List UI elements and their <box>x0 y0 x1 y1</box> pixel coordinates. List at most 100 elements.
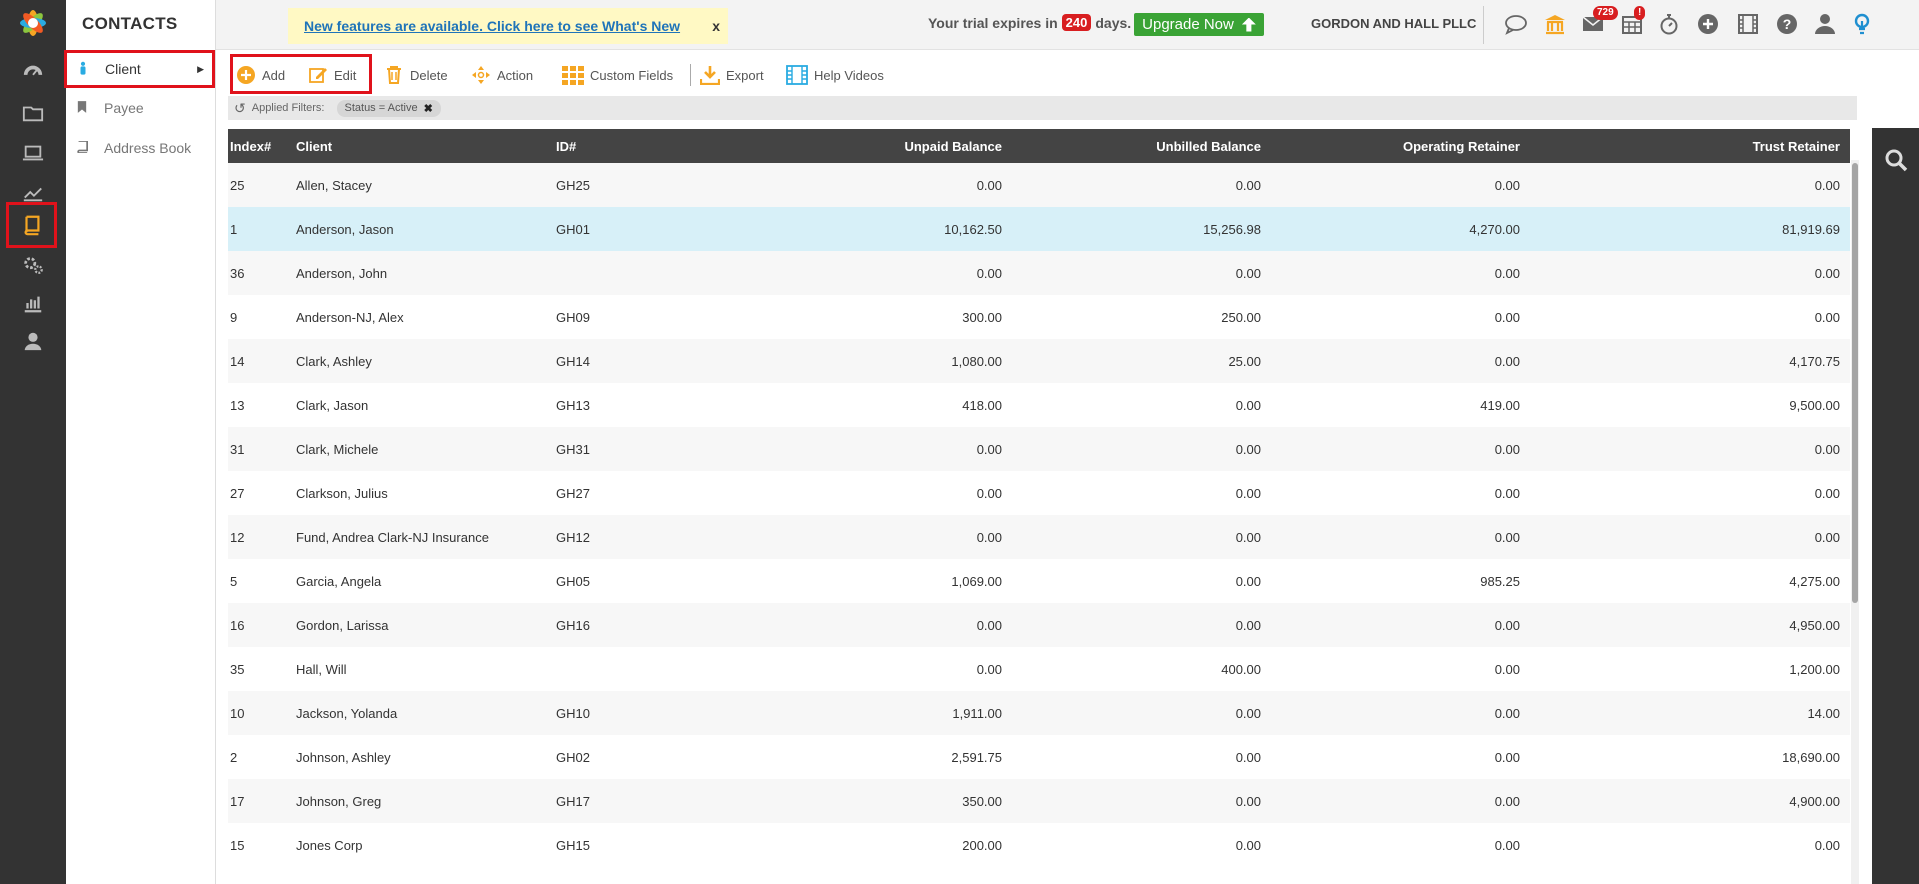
left-nav-rail <box>0 0 66 884</box>
table-row[interactable]: 17 Johnson, Greg GH17 350.00 0.00 0.00 4,900.0… <box>228 779 1850 823</box>
column-header[interactable]: Trust Retainer <box>1530 129 1850 163</box>
laptop-icon[interactable] <box>18 138 48 168</box>
user-icon[interactable] <box>18 326 48 356</box>
contacts-toolbar: Add Edit Delete Action Custom Fields Exp… <box>216 50 1859 98</box>
table-row[interactable]: 16 Gordon, Larissa GH16 0.00 0.00 0.00 4,950.0… <box>228 603 1850 647</box>
table-row[interactable]: 13 Clark, Jason GH13 418.00 0.00 419.00 9,500.… <box>228 383 1850 427</box>
custom-fields-button[interactable]: Custom Fields <box>562 62 673 88</box>
upgrade-now-button[interactable]: Upgrade Now <box>1134 13 1264 36</box>
table-scrollbar-thumb[interactable] <box>1852 163 1858 603</box>
chat-icon[interactable] <box>1502 10 1530 38</box>
table-row[interactable]: 9 Anderson-NJ, Alex GH09 300.00 250.00 0.00 0.… <box>228 295 1850 339</box>
stopwatch-icon[interactable] <box>1655 10 1683 38</box>
table-cell: 0.00 <box>1271 471 1530 515</box>
table-row[interactable]: 15 Jones Corp GH15 200.00 0.00 0.00 0.00 <box>228 823 1850 867</box>
contacts-book-icon[interactable] <box>6 202 57 248</box>
bank-icon[interactable] <box>1541 10 1569 38</box>
table-cell: 0.00 <box>1530 251 1850 295</box>
table-cell: 0.00 <box>1271 295 1530 339</box>
subnav-item-client[interactable]: Client ▶ <box>64 50 215 88</box>
action-button[interactable]: Action <box>471 62 533 88</box>
table-cell: 0.00 <box>1530 823 1850 867</box>
table-cell: 1,080.00 <box>704 339 1012 383</box>
table-cell: 10,162.50 <box>704 207 1012 251</box>
mail-icon[interactable]: 729 <box>1579 6 1618 38</box>
whats-new-link[interactable]: New features are available. Click here t… <box>304 18 680 34</box>
table-cell: 27 <box>228 471 294 515</box>
table-cell: 1,069.00 <box>704 559 1012 603</box>
table-row[interactable]: 35 Hall, Will 0.00 400.00 0.00 1,200.00 <box>228 647 1850 691</box>
column-header[interactable]: Unbilled Balance <box>1012 129 1271 163</box>
film-icon[interactable] <box>1734 10 1762 38</box>
table-row[interactable]: 5 Garcia, Angela GH05 1,069.00 0.00 985.25 4,2… <box>228 559 1850 603</box>
column-header[interactable]: Index# <box>228 129 294 163</box>
trial-days-badge: 240 <box>1061 14 1092 31</box>
lightbulb-icon[interactable] <box>1848 10 1876 38</box>
column-header[interactable]: Unpaid Balance <box>704 129 1012 163</box>
table-cell <box>554 647 704 691</box>
table-row[interactable]: 10 Jackson, Yolanda GH10 1,911.00 0.00 0.00 14… <box>228 691 1850 735</box>
table-cell: 200.00 <box>704 823 1012 867</box>
table-row[interactable]: 27 Clarkson, Julius GH27 0.00 0.00 0.00 0.00 <box>228 471 1850 515</box>
table-cell <box>554 251 704 295</box>
table-cell: Johnson, Greg <box>294 779 554 823</box>
column-header[interactable]: ID# <box>554 129 704 163</box>
line-chart-icon[interactable] <box>18 178 48 208</box>
table-cell: 0.00 <box>1012 603 1271 647</box>
calendar-icon[interactable]: ! <box>1618 6 1646 38</box>
folder-icon[interactable] <box>18 98 48 128</box>
add-circle-icon[interactable] <box>1694 10 1722 38</box>
table-cell: 12 <box>228 515 294 559</box>
help-icon[interactable]: ? <box>1773 10 1801 38</box>
add-button[interactable]: Add <box>236 62 285 88</box>
banner-close-button[interactable]: x <box>712 18 720 34</box>
table-cell: 0.00 <box>1012 735 1271 779</box>
edit-button[interactable]: Edit <box>308 62 356 88</box>
subnav-item-payee[interactable]: Payee <box>66 90 216 126</box>
dashboard-icon[interactable] <box>18 58 48 88</box>
table-row[interactable]: 12 Fund, Andrea Clark-NJ Insurance GH12 0.0… <box>228 515 1850 559</box>
table-cell: 14 <box>228 339 294 383</box>
column-header[interactable]: Client <box>294 129 554 163</box>
action-label: Action <box>497 67 534 83</box>
table-row[interactable]: 2 Johnson, Ashley GH02 2,591.75 0.00 0.00 18,6… <box>228 735 1850 779</box>
search-icon[interactable] <box>1884 148 1908 172</box>
table-row[interactable]: 1 Anderson, Jason GH01 10,162.50 15,256.98 4,… <box>228 207 1850 251</box>
refresh-icon[interactable]: ↺ <box>234 100 246 117</box>
table-cell: 0.00 <box>704 647 1012 691</box>
table-cell: GH15 <box>554 823 704 867</box>
table-row[interactable]: 14 Clark, Ashley GH14 1,080.00 25.00 0.00 4,17… <box>228 339 1850 383</box>
export-button[interactable]: Export <box>700 62 764 88</box>
app-logo-icon[interactable] <box>16 6 50 40</box>
table-cell: Clark, Michele <box>294 427 554 471</box>
subnav-item-address-book[interactable]: Address Book <box>66 130 216 166</box>
table-cell: 18,690.00 <box>1530 735 1850 779</box>
settings-gears-icon[interactable] <box>18 250 48 280</box>
delete-button[interactable]: Delete <box>384 62 448 88</box>
remove-filter-icon[interactable]: ✖ <box>424 102 433 115</box>
table-cell: 1,911.00 <box>704 691 1012 735</box>
user-profile-icon[interactable] <box>1811 10 1839 38</box>
table-cell: 0.00 <box>1271 647 1530 691</box>
help-videos-button[interactable]: Help Videos <box>786 62 884 88</box>
table-cell: Allen, Stacey <box>294 163 554 207</box>
column-header[interactable]: Operating Retainer <box>1271 129 1530 163</box>
table-row[interactable]: 31 Clark, Michele GH31 0.00 0.00 0.00 0.00 <box>228 427 1850 471</box>
table-cell: 0.00 <box>1530 163 1850 207</box>
bar-chart-icon[interactable] <box>18 288 48 318</box>
table-cell: 400.00 <box>1012 647 1271 691</box>
table-row[interactable]: 25 Allen, Stacey GH25 0.00 0.00 0.00 0.00 <box>228 163 1850 207</box>
trial-notice: Your trial expires in 240 days. <box>928 14 1131 31</box>
table-cell: 0.00 <box>1271 735 1530 779</box>
table-cell: 0.00 <box>704 603 1012 647</box>
table-cell: 0.00 <box>1012 163 1271 207</box>
table-cell: 419.00 <box>1271 383 1530 427</box>
table-cell: 0.00 <box>1271 691 1530 735</box>
table-cell: 10 <box>228 691 294 735</box>
move-arrows-icon <box>472 66 490 84</box>
table-cell: GH12 <box>554 515 704 559</box>
table-cell: GH25 <box>554 163 704 207</box>
table-row[interactable]: 36 Anderson, John 0.00 0.00 0.00 0.00 <box>228 251 1850 295</box>
firm-name: GORDON AND HALL PLLC <box>1311 16 1477 31</box>
trial-prefix: Your trial expires in <box>928 14 1058 31</box>
